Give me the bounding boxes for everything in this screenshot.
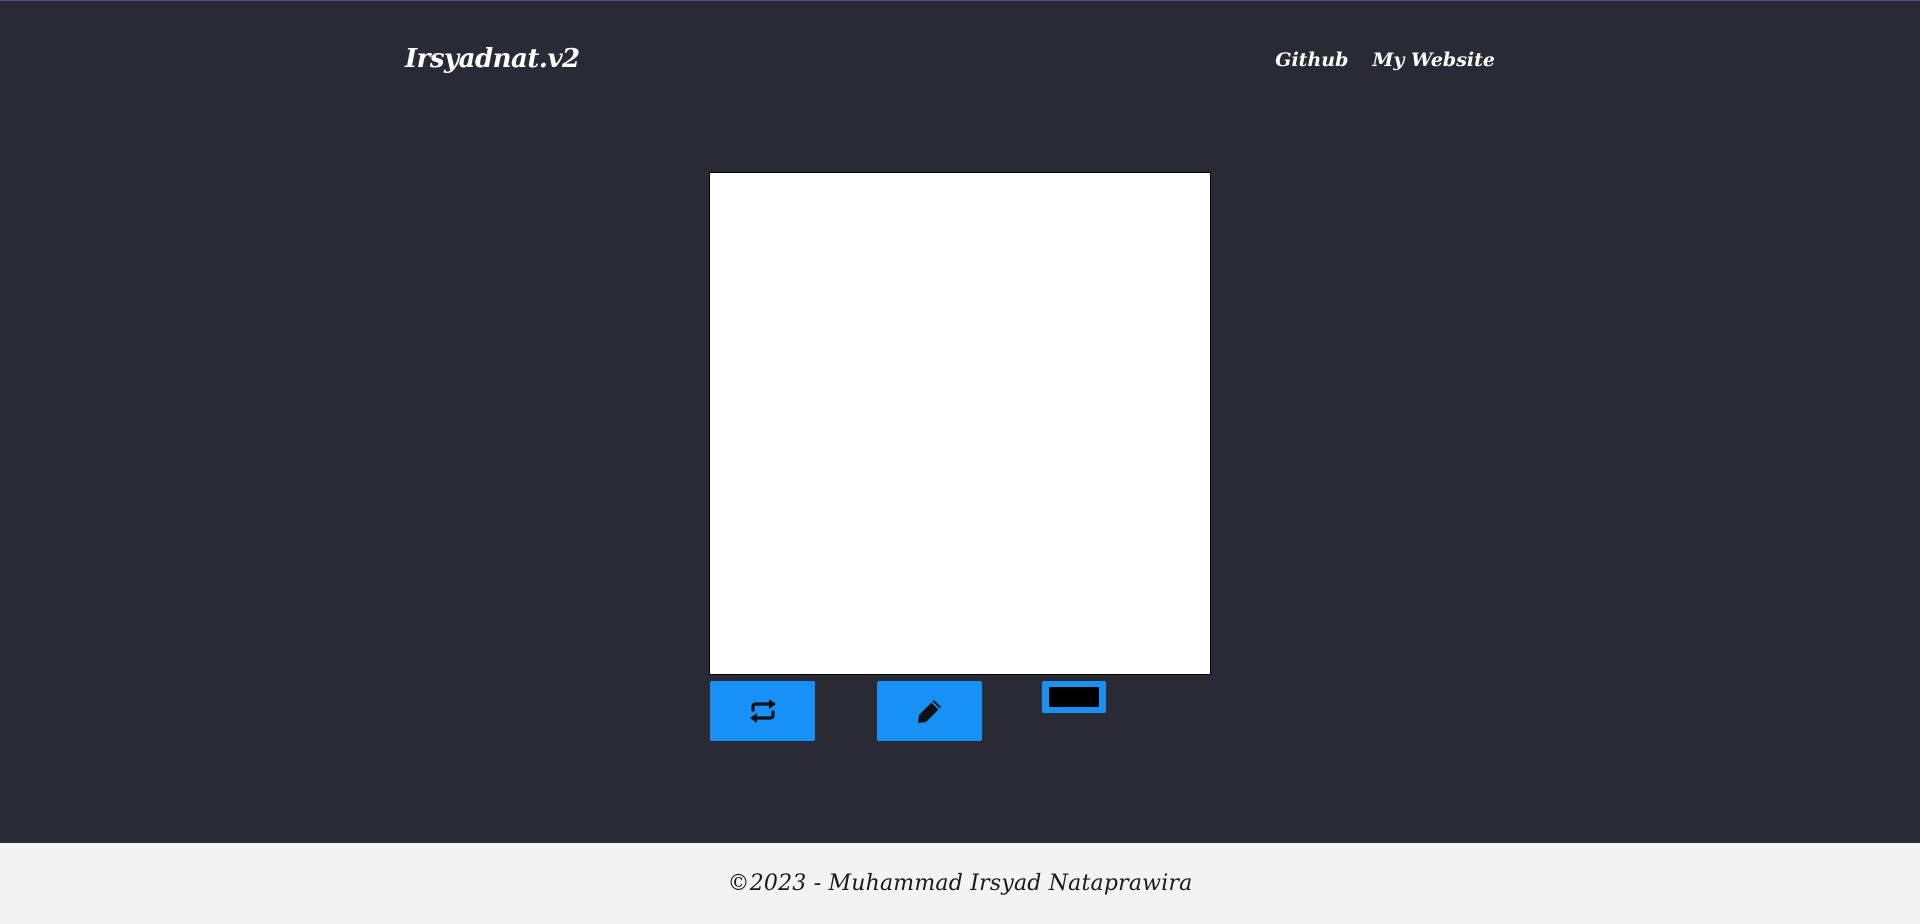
reset-button[interactable] — [710, 681, 815, 741]
pen-button[interactable] — [877, 681, 982, 741]
main-nav: Github My Website — [1275, 49, 1495, 71]
repeat-icon — [747, 695, 779, 727]
site-header: Irsyadnat.v2 Github My Website — [0, 0, 1920, 120]
nav-link-my-website[interactable]: My Website — [1372, 49, 1495, 71]
nav-link-github[interactable]: Github — [1275, 49, 1348, 71]
color-picker-input[interactable] — [1042, 681, 1106, 713]
footer-copyright: ©2023 - Muhammad Irsyad Nataprawira — [727, 871, 1193, 896]
drawing-canvas[interactable] — [709, 172, 1211, 675]
brand-logo-link[interactable]: Irsyadnat.v2 — [405, 44, 580, 74]
selected-color-swatch — [1049, 687, 1099, 707]
site-footer: ©2023 - Muhammad Irsyad Nataprawira — [0, 843, 1920, 924]
pencil-icon — [914, 695, 946, 727]
